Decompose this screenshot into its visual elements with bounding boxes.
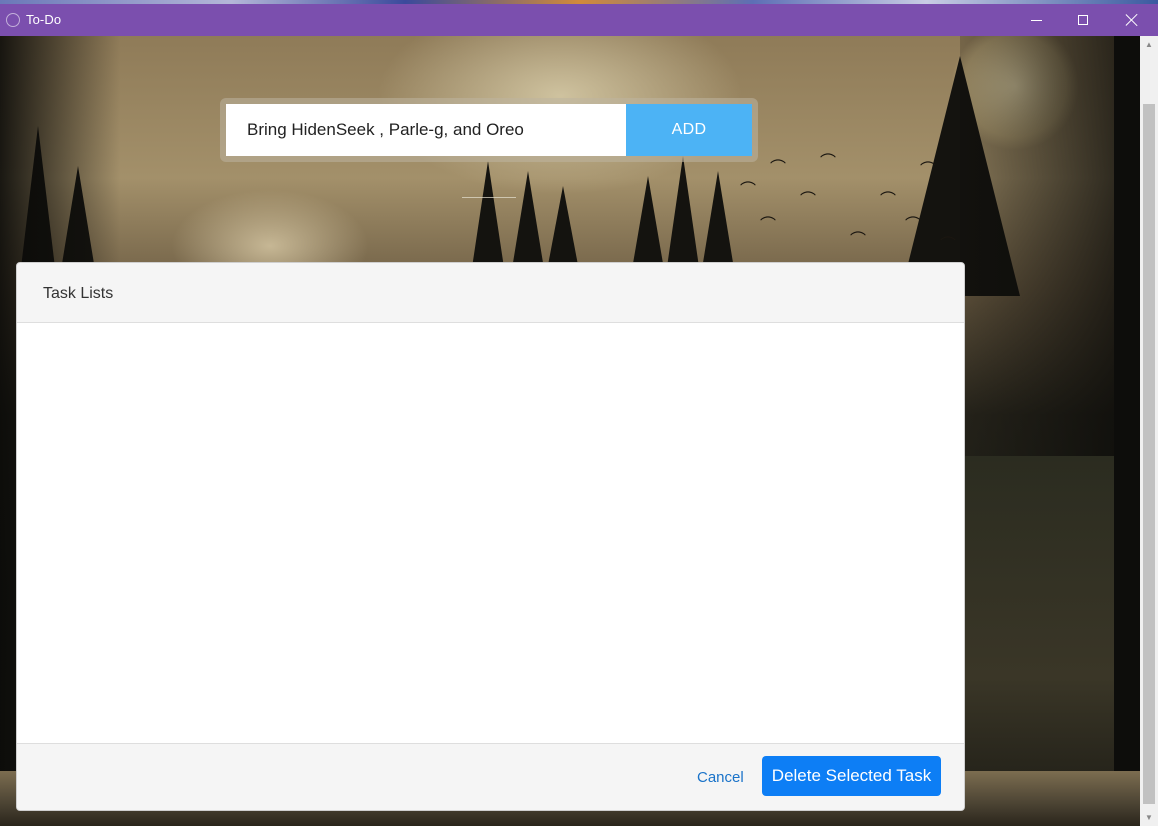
modal-header: Task Lists <box>17 263 964 323</box>
delete-selected-task-button[interactable]: Delete Selected Task <box>762 756 941 796</box>
vertical-scrollbar[interactable]: ▲ ▼ <box>1140 36 1158 826</box>
scrollbar-thumb[interactable] <box>1143 104 1155 804</box>
task-list <box>17 323 964 743</box>
maximize-button[interactable] <box>1060 4 1106 36</box>
chevron-down-icon[interactable]: ▼ <box>1140 809 1158 826</box>
maximize-icon <box>1078 15 1088 25</box>
chevron-up-icon[interactable]: ▲ <box>1140 36 1158 53</box>
minimize-button[interactable] <box>1013 4 1059 36</box>
cancel-button[interactable]: Cancel <box>697 769 744 786</box>
modal-title: Task Lists <box>43 285 114 302</box>
window-titlebar[interactable]: To-Do <box>0 4 1158 36</box>
modal-footer: Cancel Delete Selected Task <box>17 743 964 810</box>
window-title: To-Do <box>26 12 62 27</box>
decorative-divider <box>462 197 516 198</box>
task-input[interactable] <box>226 104 626 156</box>
app-icon <box>6 13 20 27</box>
close-button[interactable] <box>1109 4 1155 36</box>
add-button[interactable]: ADD <box>626 104 752 156</box>
minimize-icon <box>1030 19 1042 21</box>
close-icon <box>1125 13 1139 27</box>
add-task-form: ADD <box>220 98 758 162</box>
task-list-modal: Task Lists Cancel Delete Selected Task <box>16 262 965 811</box>
